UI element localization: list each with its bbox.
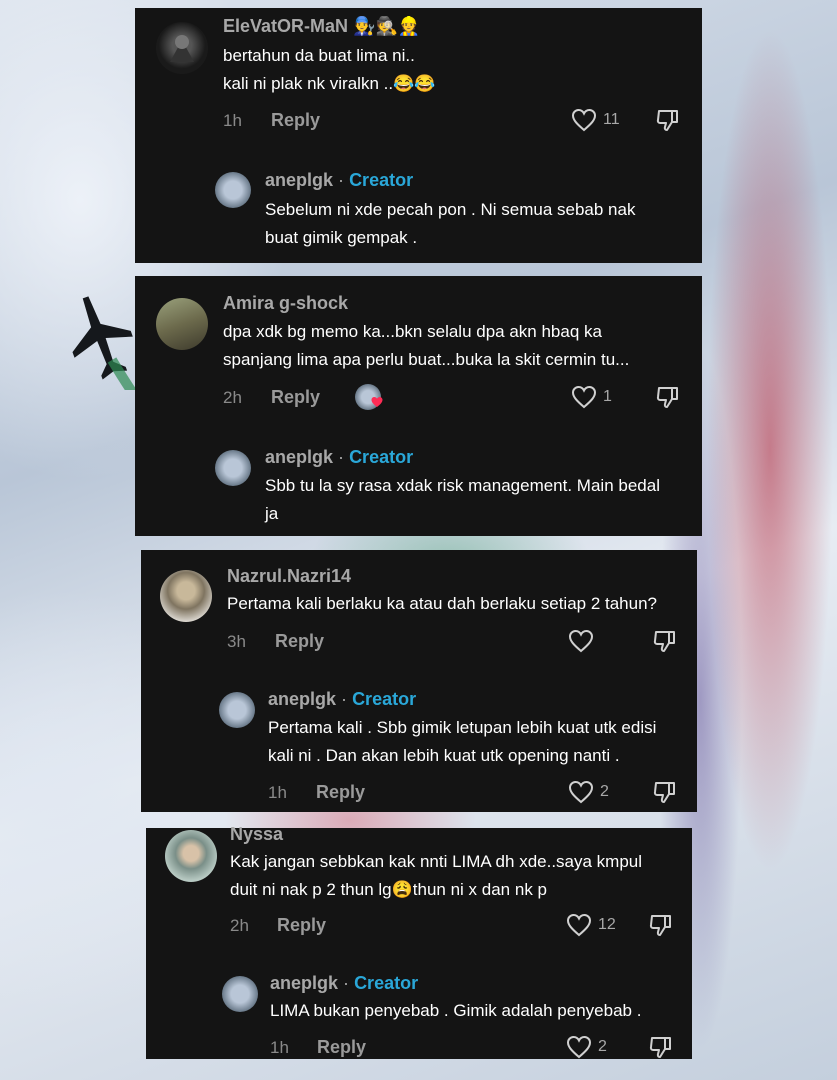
thumbs-down-icon bbox=[653, 631, 675, 652]
reply-time: 1h bbox=[270, 1038, 289, 1057]
avatar[interactable] bbox=[156, 22, 208, 74]
creator-badge: Creator bbox=[352, 689, 417, 709]
heart-outline-icon bbox=[571, 385, 597, 409]
avatar[interactable] bbox=[165, 830, 217, 882]
creator-avatar[interactable] bbox=[222, 976, 258, 1012]
avatar[interactable] bbox=[160, 570, 212, 622]
comment-text: Kak jangan sebbkan kak nnti LIMA dh xde.… bbox=[230, 852, 643, 899]
like-count: 1 bbox=[603, 388, 612, 405]
reply-button[interactable]: Reply bbox=[271, 110, 320, 131]
like-button[interactable]: 2 bbox=[566, 1035, 607, 1059]
comment-username[interactable]: EleVatOR-MaN 👨‍🔧🕵️👷 bbox=[223, 16, 420, 37]
like-button[interactable]: 1 bbox=[571, 385, 612, 409]
reply-username[interactable]: aneplgk · Creator bbox=[268, 689, 416, 710]
reply-text: Sebelum ni xde pecah pon . Ni semua seba… bbox=[265, 200, 636, 247]
dislike-button[interactable] bbox=[655, 107, 681, 138]
reply-time: 1h bbox=[268, 783, 287, 802]
thumbs-down-icon bbox=[656, 110, 678, 131]
like-button[interactable]: 12 bbox=[566, 913, 616, 937]
heart-outline-icon bbox=[568, 780, 594, 804]
comment-time: 3h bbox=[227, 632, 246, 651]
dislike-button[interactable] bbox=[652, 779, 678, 810]
reply-button[interactable]: Reply bbox=[275, 631, 324, 652]
comment-username[interactable]: Amira g-shock bbox=[223, 293, 348, 314]
avatar[interactable] bbox=[156, 298, 208, 350]
reply-username[interactable]: aneplgk · Creator bbox=[270, 973, 418, 994]
heart-outline-icon bbox=[571, 108, 597, 132]
like-count: 2 bbox=[600, 783, 609, 800]
comment-text: dpa xdk bg memo ka...bkn selalu dpa akn … bbox=[223, 322, 630, 369]
like-button[interactable]: 2 bbox=[568, 780, 609, 804]
heart-outline-icon bbox=[568, 629, 594, 653]
comment-time: 1h bbox=[223, 111, 242, 130]
comment-username[interactable]: Nyssa bbox=[230, 824, 283, 845]
reply-text: LIMA bukan penyebab . Gimik adalah penye… bbox=[270, 1001, 642, 1020]
thumbs-down-icon bbox=[656, 387, 678, 408]
airplane-icon bbox=[72, 296, 137, 390]
heart-badge-icon bbox=[371, 397, 383, 407]
comment-username[interactable]: Nazrul.Nazri14 bbox=[227, 566, 351, 587]
creator-avatar[interactable] bbox=[215, 172, 251, 208]
creator-avatar[interactable] bbox=[219, 692, 255, 728]
creator-badge: Creator bbox=[349, 170, 414, 190]
reply-button[interactable]: Reply bbox=[277, 915, 326, 936]
comment-time: 2h bbox=[230, 916, 249, 935]
dislike-button[interactable] bbox=[652, 628, 678, 659]
username-emoji: 👨‍🔧🕵️👷 bbox=[353, 16, 421, 37]
thumbs-down-icon bbox=[653, 782, 675, 803]
comment-card: EleVatOR-MaN 👨‍🔧🕵️👷 bertahun da buat lim… bbox=[135, 8, 702, 263]
like-count: 12 bbox=[598, 916, 616, 933]
comment-text: bertahun da buat lima ni.. kali ni plak … bbox=[223, 46, 436, 93]
creator-avatar[interactable] bbox=[215, 450, 251, 486]
like-button[interactable]: 11 bbox=[571, 108, 620, 132]
comment-card: Nazrul.Nazri14 Pertama kali berlaku ka a… bbox=[141, 550, 697, 812]
comment-text: Pertama kali berlaku ka atau dah berlaku… bbox=[227, 594, 657, 613]
reply-button[interactable]: Reply bbox=[271, 387, 320, 408]
dislike-button[interactable] bbox=[655, 384, 681, 415]
heart-outline-icon bbox=[566, 1035, 592, 1059]
heart-outline-icon bbox=[566, 913, 592, 937]
reply-username[interactable]: aneplgk · Creator bbox=[265, 170, 413, 191]
like-count: 2 bbox=[598, 1038, 607, 1055]
reply-username[interactable]: aneplgk · Creator bbox=[265, 447, 413, 468]
like-button[interactable] bbox=[568, 629, 600, 653]
like-count: 11 bbox=[603, 111, 620, 128]
reply-text: Sbb tu la sy rasa xdak risk management. … bbox=[265, 476, 660, 523]
comment-card: Nyssa Kak jangan sebbkan kak nnti LIMA d… bbox=[146, 824, 692, 1059]
creator-badge: Creator bbox=[354, 973, 419, 993]
dislike-button[interactable] bbox=[648, 1034, 674, 1065]
comment-time: 2h bbox=[223, 388, 242, 407]
creator-badge: Creator bbox=[349, 447, 414, 467]
dislike-button[interactable] bbox=[648, 912, 674, 943]
reply-text: Pertama kali . Sbb gimik letupan lebih k… bbox=[268, 718, 657, 765]
thumbs-down-icon bbox=[649, 1037, 671, 1058]
reply-button[interactable]: Reply bbox=[317, 1037, 366, 1058]
comment-card: Amira g-shock dpa xdk bg memo ka...bkn s… bbox=[135, 276, 702, 536]
reply-button[interactable]: Reply bbox=[316, 782, 365, 803]
thumbs-down-icon bbox=[649, 915, 671, 936]
